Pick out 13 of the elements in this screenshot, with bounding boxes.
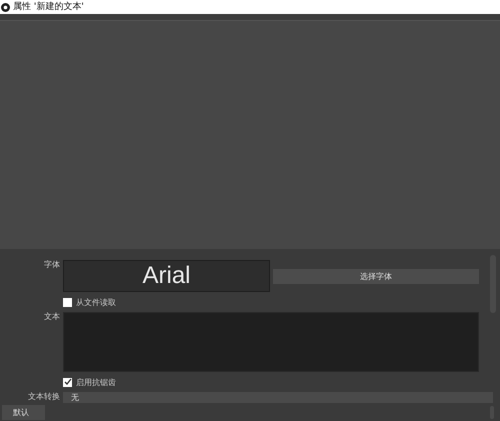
field-label: 文本转换 (27, 392, 60, 403)
checkbox-label: 启用抗锯齿 (76, 376, 116, 388)
checkbox[interactable] (63, 378, 72, 386)
font-preview: Arial (63, 260, 270, 292)
defaults-button[interactable]: 默认 (2, 404, 45, 420)
text-input-field[interactable] (63, 312, 479, 372)
checkbox[interactable] (63, 298, 72, 306)
transform-dropdown[interactable]: 无 (63, 392, 493, 403)
checkbox-label: 从文件读取 (76, 296, 116, 308)
window-title: 属性 '新建的文本' (13, 0, 84, 14)
field-label: 字体 (43, 260, 60, 271)
field-label: 文本 (43, 312, 60, 323)
select-font-button[interactable]: 选择字体 (273, 268, 479, 284)
